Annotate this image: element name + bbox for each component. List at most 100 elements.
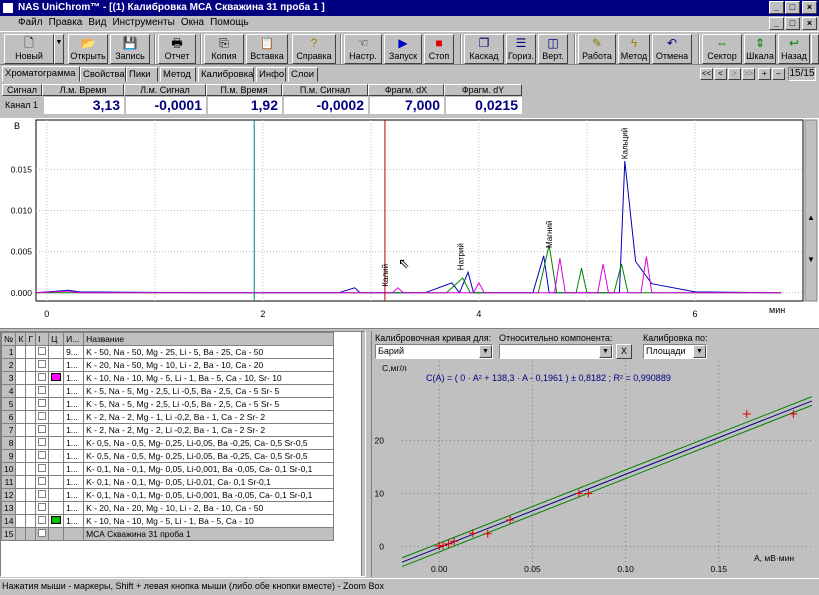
checkbox-icon[interactable] — [38, 372, 47, 381]
app-icon[interactable] — [2, 2, 14, 14]
row-name[interactable]: K - 50, Na - 50, Mg - 25, Li - 5, Ba - 2… — [83, 345, 335, 359]
tile-vertical-button[interactable]: ◫ Верт. — [538, 34, 568, 64]
checkbox-icon[interactable] — [38, 359, 47, 368]
save-button[interactable]: 💾 Запись — [110, 34, 150, 64]
nav-prev-button[interactable]: < — [714, 68, 727, 80]
checkbox-icon[interactable] — [38, 502, 47, 511]
row-name[interactable]: K - 10, Na - 10, Mg - 5, Li - 1, Ba - 5,… — [83, 371, 335, 385]
tab-peaks[interactable]: Пики — [126, 67, 158, 82]
row-i[interactable] — [35, 488, 50, 502]
table-row[interactable]: 11 1... K- 0,1, Na - 0,1, Mg- 0,05, Li-0,0… — [0, 475, 335, 489]
table-row[interactable]: 1 9... K - 50, Na - 50, Mg - 25, Li - 5, B… — [0, 345, 335, 359]
row-i[interactable] — [35, 501, 50, 515]
row-name[interactable]: K - 2, Na - 2, Mg - 1, Li -0,2, Ba - 1, … — [83, 410, 335, 424]
table-row[interactable]: 7 1... K - 2, Na - 2, Mg - 2, Li -0,2, Ba … — [0, 423, 335, 437]
checkbox-icon[interactable] — [38, 450, 47, 459]
table-row[interactable]: 12 1... K- 0,1, Na - 0,1, Mg- 0,05, Li-0,0… — [0, 488, 335, 502]
chromatogram-svg[interactable]: 0.000 0.005 0.010 0.015 0 2 4 6 Вмин Калий Натрий М… — [0, 118, 819, 328]
row-i[interactable] — [35, 397, 50, 411]
row-name[interactable]: K - 5, Na - 5, Mg - 2,5, Li -0,5, Ba - 2… — [83, 384, 335, 398]
table-row[interactable]: 6 1... K - 2, Na - 2, Mg - 1, Li -0,2, Ba … — [0, 410, 335, 424]
tab-calibration[interactable]: Калибровка — [198, 67, 254, 82]
chevron-down-icon[interactable]: ▼ — [599, 345, 612, 358]
col-name[interactable]: Название — [83, 332, 335, 346]
row-name[interactable]: K- 0,1, Na - 0,1, Mg- 0,05, Li-0,001, Ba… — [83, 488, 335, 502]
color-swatch[interactable] — [51, 372, 62, 381]
tab-properties[interactable]: Свойства — [80, 67, 126, 82]
curve-select[interactable]: Барий ▼ — [375, 344, 493, 359]
row-name[interactable]: МСА Скважина 31 проба 1 — [83, 527, 335, 541]
checkbox-icon[interactable] — [38, 528, 47, 537]
row-i[interactable] — [35, 436, 50, 450]
row-name[interactable]: K - 5, Na - 5, Mg - 2,5, Li -0,5, Ba - 2… — [83, 397, 335, 411]
tab-info[interactable]: Инфо — [256, 67, 286, 82]
row-i[interactable] — [35, 449, 50, 463]
menu-file[interactable]: Файл — [0, 16, 46, 30]
chevron-down-icon[interactable]: ▼ — [693, 345, 706, 358]
start-button[interactable]: ▶ Запуск — [384, 34, 422, 64]
checkbox-icon[interactable] — [38, 385, 47, 394]
minimize-icon[interactable]: _ — [769, 1, 784, 14]
stop-button[interactable]: ■ Стоп — [424, 34, 454, 64]
row-name[interactable]: K- 0,5, Na - 0,5, Mg- 0,25, Li-0,05, Ba … — [83, 436, 335, 450]
row-i[interactable] — [35, 358, 50, 372]
tab-method[interactable]: Метод — [160, 67, 196, 82]
menu-windows[interactable]: Окна — [178, 16, 207, 30]
table-row[interactable]: 9 1... K- 0,5, Na - 0,5, Mg- 0,25, Li-0,05… — [0, 449, 335, 463]
checkbox-icon[interactable] — [38, 398, 47, 407]
row-name[interactable]: K- 0,1, Na - 0,1, Mg- 0,05, Li-0,01, Ca-… — [83, 475, 335, 489]
row-i[interactable] — [35, 462, 50, 476]
nav-remove-button[interactable]: – — [772, 68, 785, 80]
nav-first-button[interactable]: << — [700, 68, 713, 80]
doc-close-icon[interactable]: × — [802, 17, 817, 30]
nav-last-button[interactable]: >> — [742, 68, 755, 80]
table-row[interactable]: 13 1... K - 20, Na - 20, Mg - 10, Li - 2, … — [0, 501, 335, 515]
col-number[interactable]: № — [0, 332, 17, 346]
vertical-splitter[interactable] — [365, 331, 372, 577]
checkbox-icon[interactable] — [38, 476, 47, 485]
calibration-by-select[interactable]: Площади ▼ — [643, 344, 707, 359]
table-row[interactable]: 2 1... K - 20, Na - 50, Mg - 10, Li - 2, B… — [0, 358, 335, 372]
report-button[interactable]: 🖶 Отчет — [158, 34, 196, 64]
row-name[interactable]: K - 20, Na - 20, Mg - 10, Li - 2, Ba - 1… — [83, 501, 335, 515]
table-row[interactable]: 15 МСА Скважина 31 проба 1 — [0, 527, 335, 541]
row-i[interactable] — [35, 345, 50, 359]
col-g[interactable]: Г — [25, 332, 37, 346]
checkbox-icon[interactable] — [38, 437, 47, 446]
row-i[interactable] — [35, 475, 50, 489]
row-i[interactable] — [35, 514, 50, 528]
new-button[interactable]: 🗋 Новый — [4, 34, 54, 64]
checkbox-icon[interactable] — [38, 411, 47, 420]
row-name[interactable]: K - 20, Na - 50, Mg - 10, Li - 2, Ba - 1… — [83, 358, 335, 372]
table-row[interactable]: 14 1... K - 10, Na - 10, Mg - 5, Li - 1, B… — [0, 514, 335, 528]
col-color[interactable]: Ц — [48, 332, 65, 346]
doc-minimize-icon[interactable]: _ — [769, 17, 784, 30]
nav-add-button[interactable]: + — [758, 68, 771, 80]
settings-button[interactable]: ☜ Настр. — [344, 34, 382, 64]
row-name[interactable]: K - 2, Na - 2, Mg - 2, Li -0,2, Ba - 1, … — [83, 423, 335, 437]
row-name[interactable]: K- 0,1, Na - 0,1, Mg- 0,05, Li-0,001, Ba… — [83, 462, 335, 476]
col-file[interactable]: И... — [63, 332, 85, 346]
col-i[interactable]: I — [35, 332, 50, 346]
chromatogram-chart[interactable]: 0.000 0.005 0.010 0.015 0 2 4 6 Вмин Калий Натрий М… — [0, 118, 819, 328]
method-button[interactable]: ϟ Метод — [618, 34, 650, 64]
row-name[interactable]: K- 0,5, Na - 0,5, Mg- 0,25, Li-0,05, Ba … — [83, 449, 335, 463]
calibration-chart[interactable]: 0 10 20 0.00 0.05 0.10 0.15 С,мг/л А, мВ·мин C(A)… — [372, 361, 819, 577]
paste-button[interactable]: 📋 Вставка — [246, 34, 288, 64]
close-icon[interactable]: × — [802, 1, 817, 14]
cascade-button[interactable]: ❐ Каскад — [464, 34, 504, 64]
doc-restore-icon[interactable]: □ — [785, 17, 800, 30]
color-swatch[interactable] — [51, 515, 62, 524]
undo-button[interactable]: ↶ Отмена — [652, 34, 692, 64]
new-dropdown-button[interactable]: ▼ — [54, 34, 64, 64]
checkbox-icon[interactable] — [38, 424, 47, 433]
menu-view[interactable]: Вид — [85, 16, 109, 30]
row-name[interactable]: K - 10, Na - 10, Mg - 5, Li - 1, Ba - 5,… — [83, 514, 335, 528]
table-row[interactable]: 10 1... K- 0,1, Na - 0,1, Mg- 0,05, Li-0,0… — [0, 462, 335, 476]
checkbox-icon[interactable] — [38, 463, 47, 472]
tab-layers[interactable]: Слои — [288, 67, 318, 82]
maximize-icon[interactable]: □ — [785, 1, 800, 14]
table-row[interactable]: 5 1... K - 5, Na - 5, Mg - 2,5, Li -0,5, B… — [0, 397, 335, 411]
relative-select[interactable]: ▼ — [499, 344, 613, 359]
menu-help[interactable]: Помощь — [207, 16, 252, 30]
